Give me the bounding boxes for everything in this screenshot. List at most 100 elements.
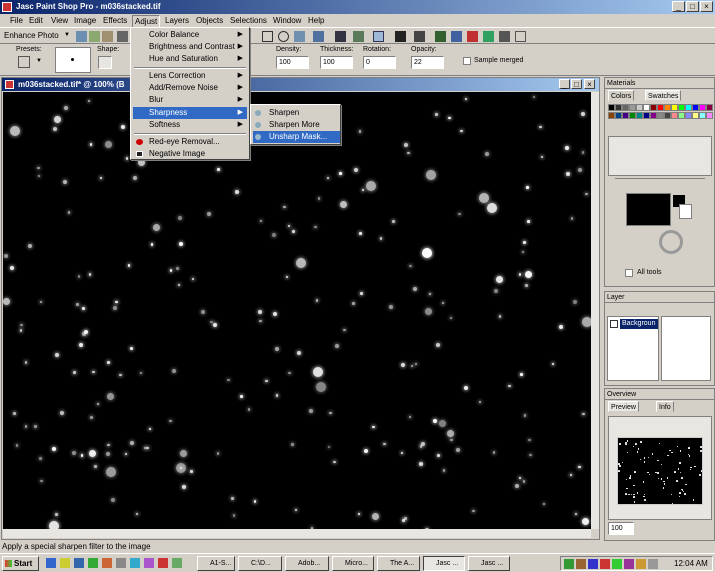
quicklaunch-media-icon[interactable] [130, 558, 140, 568]
retouch-tool-icon[interactable] [373, 31, 384, 42]
color-swatch[interactable] [699, 112, 706, 119]
app-icon[interactable] [2, 2, 12, 12]
color-swatch[interactable] [650, 104, 657, 111]
submenu-item-sharpen-more[interactable]: Sharpen More [253, 119, 340, 131]
tab-colors[interactable]: Colors [608, 90, 635, 101]
crop-icon[interactable] [262, 31, 273, 42]
color-swatch[interactable] [706, 112, 713, 119]
object-selector-icon[interactable] [515, 31, 526, 42]
tray-icon-2[interactable] [576, 559, 586, 569]
menu-window[interactable]: Window [271, 15, 303, 26]
pick-icon[interactable] [313, 31, 324, 42]
layer-expand-icon[interactable] [610, 320, 618, 328]
menu-item-color-balance[interactable]: Color Balance ▶ [133, 29, 247, 41]
tray-icon-3[interactable] [588, 559, 598, 569]
picture-tube-icon[interactable] [467, 31, 478, 42]
tray-icon-4[interactable] [600, 559, 610, 569]
tray-icon-6[interactable] [624, 559, 634, 569]
menu-image[interactable]: Image [72, 15, 98, 26]
enhance-photo-button[interactable]: Enhance Photo [4, 31, 59, 40]
eraser-icon[interactable] [414, 31, 425, 42]
preset-shape-icon[interactable] [483, 31, 494, 42]
color-swatch[interactable] [608, 104, 615, 111]
color-swatch[interactable] [699, 104, 706, 111]
color-swatch[interactable] [706, 104, 713, 111]
color-swatch[interactable] [615, 112, 622, 119]
color-swatch[interactable] [629, 104, 636, 111]
thickness-input[interactable]: 100 [320, 56, 353, 69]
color-swatch[interactable] [622, 112, 629, 119]
brush-preview[interactable] [55, 47, 91, 73]
menu-item-lens-correction[interactable]: Lens Correction ▶ [133, 70, 247, 82]
photo-fix-icon[interactable] [76, 31, 87, 42]
background-color-swatch[interactable] [679, 204, 692, 219]
color-swatch[interactable] [664, 104, 671, 111]
color-swatch[interactable] [692, 112, 699, 119]
quicklaunch-ie-icon[interactable] [46, 558, 56, 568]
color-swatch[interactable] [678, 104, 685, 111]
tray-icon-1[interactable] [564, 559, 574, 569]
color-swatch[interactable] [622, 104, 629, 111]
quicklaunch-word-icon[interactable] [74, 558, 84, 568]
doc-maximize-button[interactable]: □ [571, 79, 582, 89]
clone-icon[interactable] [353, 31, 364, 42]
color-swatch[interactable] [671, 112, 678, 119]
menu-item-brightness-contrast[interactable]: Brightness and Contrast ▶ [133, 41, 247, 53]
color-swatch[interactable] [692, 104, 699, 111]
menu-item-add-remove-noise[interactable]: Add/Remove Noise ▶ [133, 82, 247, 94]
quicklaunch-extra-icon[interactable] [172, 558, 182, 568]
layer-item-background[interactable]: Backgroun [620, 319, 658, 329]
dodge-icon[interactable] [395, 31, 406, 42]
document-icon[interactable] [5, 80, 14, 89]
pen-icon[interactable] [435, 31, 446, 42]
quicklaunch-misc-icon[interactable] [158, 558, 168, 568]
menu-file[interactable]: File [8, 15, 25, 26]
task-the-a[interactable]: The A... [377, 556, 420, 571]
submenu-item-sharpen[interactable]: Sharpen [253, 107, 340, 119]
tray-icon-7[interactable] [636, 559, 646, 569]
round-shape-button[interactable] [98, 56, 112, 69]
color-swatch[interactable] [678, 112, 685, 119]
menu-help[interactable]: Help [306, 15, 326, 26]
quicklaunch-desktop-icon[interactable] [116, 558, 126, 568]
color-swatch[interactable] [643, 112, 650, 119]
density-input[interactable]: 100 [276, 56, 309, 69]
menu-item-hue-saturation[interactable]: Hue and Saturation ▶ [133, 53, 247, 65]
task-explorer[interactable]: C:\D... [238, 556, 282, 571]
rotation-input[interactable]: 0 [363, 56, 396, 69]
tab-info[interactable]: Info [656, 401, 674, 412]
menu-view[interactable]: View [49, 15, 70, 26]
quicklaunch-explorer-icon[interactable] [60, 558, 70, 568]
close-button[interactable]: × [700, 1, 713, 12]
color-swatch[interactable] [671, 104, 678, 111]
vertical-scrollbar[interactable] [591, 92, 599, 529]
start-button[interactable]: Start [2, 556, 39, 571]
background-style-buttons[interactable] [615, 256, 695, 264]
all-tools-checkbox[interactable] [625, 269, 633, 277]
menu-selections[interactable]: Selections [228, 15, 269, 26]
doc-close-button[interactable]: × [584, 79, 595, 89]
color-swatch[interactable] [629, 112, 636, 119]
submenu-item-unsharp-mask[interactable]: Unsharp Mask... [253, 131, 340, 143]
move-icon[interactable] [278, 31, 289, 42]
foreground-color-swatch[interactable] [626, 193, 671, 226]
horizontal-scrollbar[interactable] [3, 529, 591, 538]
paint-brush-icon[interactable] [335, 31, 346, 42]
image-fix-icon[interactable] [102, 31, 113, 42]
overview-zoom-input[interactable]: 100 [608, 522, 634, 535]
quicklaunch-excel-icon[interactable] [88, 558, 98, 568]
color-swatch[interactable] [664, 112, 671, 119]
task-a1[interactable]: A1-S... [197, 556, 235, 571]
enhance-dropdown-icon[interactable]: ▼ [64, 32, 70, 38]
foreground-style-buttons[interactable] [631, 226, 665, 234]
null-material-icon[interactable] [659, 230, 683, 254]
maximize-button[interactable]: □ [686, 1, 699, 12]
menu-objects[interactable]: Objects [194, 15, 225, 26]
task-jasc[interactable]: Jasc ... [468, 556, 510, 571]
dropper-icon[interactable] [499, 31, 510, 42]
menu-item-blur[interactable]: Blur ▶ [133, 94, 247, 106]
menu-item-softness[interactable]: Softness ▶ [133, 119, 247, 131]
fill-icon[interactable] [451, 31, 462, 42]
image-canvas[interactable] [3, 92, 591, 529]
overview-thumbnail[interactable] [617, 437, 703, 505]
